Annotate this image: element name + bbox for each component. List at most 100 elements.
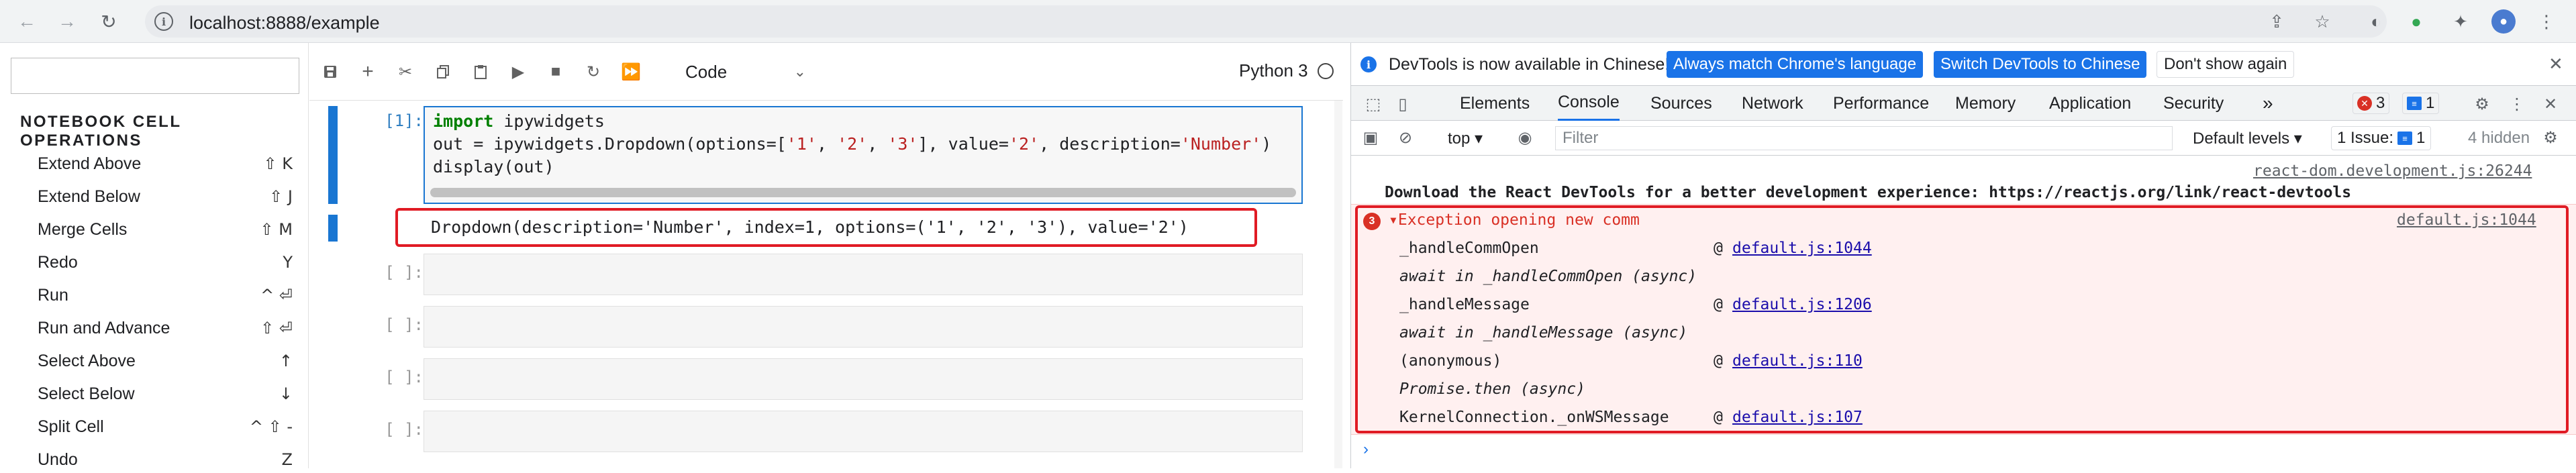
empty-code-cell[interactable]: [424, 254, 1303, 295]
active-cell-indicator: [328, 106, 338, 204]
dont-show-again-button[interactable]: Don't show again: [2157, 51, 2295, 78]
console-filter-input[interactable]: Filter: [1555, 126, 2173, 150]
code-line-2: out = ipywidgets.Dropdown(options=['1', …: [433, 134, 1272, 154]
tab-memory[interactable]: Memory: [1955, 86, 2016, 121]
command-select-below[interactable]: Select Below ↓: [38, 380, 293, 407]
run-all-icon[interactable]: ⏩: [620, 60, 642, 83]
error-count-badge[interactable]: ✕ 3: [2352, 93, 2390, 114]
section-title: NOTEBOOK CELL OPERATIONS: [20, 113, 182, 150]
cell-prompt: [ ]:: [385, 368, 424, 386]
switch-to-chinese-button[interactable]: Switch DevTools to Chinese: [1934, 51, 2147, 78]
command-extend-below[interactable]: Extend Below ⇧ J: [38, 183, 293, 210]
notebook-panel: [1]: import ipywidgets out = ipywidgets.…: [309, 101, 1343, 468]
sidebar-toggle-icon[interactable]: ▣: [1360, 127, 1381, 148]
console-messages: react-dom.development.js:26244 Download …: [1351, 156, 2576, 468]
empty-code-cell[interactable]: [424, 306, 1303, 348]
error-icon: ✕: [2357, 96, 2372, 111]
extension-green-icon[interactable]: ●: [2404, 9, 2428, 34]
console-prompt[interactable]: ›: [1363, 440, 1369, 459]
console-log-message: Download the React DevTools for a better…: [1385, 184, 2352, 201]
notebook-toolbar: + ✂ ▶ ■ ↻ ⏩ Code ⌄ Python 3: [309, 43, 1343, 101]
cell-prompt: [ ]:: [385, 315, 424, 334]
command-extend-above[interactable]: Extend Above ⇧ K: [38, 150, 293, 177]
tab-elements[interactable]: Elements: [1460, 86, 1530, 121]
add-cell-icon[interactable]: +: [356, 60, 379, 83]
tab-sources[interactable]: Sources: [1650, 86, 1712, 121]
copy-icon[interactable]: [432, 60, 454, 83]
cell-type-select[interactable]: Code ⌄: [685, 59, 806, 85]
run-icon[interactable]: ▶: [507, 60, 530, 83]
tab-application[interactable]: Application: [2049, 86, 2131, 121]
issue-icon: ≡: [2397, 132, 2413, 145]
command-search-input[interactable]: [11, 58, 299, 94]
command-select-above[interactable]: Select Above ↑: [38, 348, 293, 374]
code-line-3: display(out): [433, 157, 554, 176]
clear-console-icon[interactable]: ⊘: [1395, 127, 1416, 148]
close-devtools-icon[interactable]: ✕: [2540, 94, 2561, 114]
address-bar[interactable]: i localhost:8888/example: [145, 5, 2387, 38]
back-arrow-icon[interactable]: ←: [15, 9, 39, 34]
extensions-puzzle-icon[interactable]: ✦: [2448, 9, 2473, 34]
command-undo[interactable]: Undo Z: [38, 446, 293, 473]
close-icon[interactable]: ✕: [2548, 54, 2563, 74]
profile-avatar-icon[interactable]: ●: [2491, 9, 2516, 34]
cell-prompt: [ ]:: [385, 420, 424, 439]
url-text[interactable]: localhost:8888/example: [189, 13, 380, 34]
message-icon: ≡: [2407, 97, 2422, 110]
tab-security[interactable]: Security: [2163, 86, 2224, 121]
tab-network[interactable]: Network: [1742, 86, 1803, 121]
chevron-down-icon: ⌄: [793, 63, 806, 80]
paste-icon[interactable]: [469, 60, 492, 83]
highlight-box-output: [395, 208, 1257, 247]
devtools-menu-icon[interactable]: ⋮: [2507, 94, 2527, 114]
command-run[interactable]: Run ^ ⏎: [38, 282, 293, 309]
command-merge-cells[interactable]: Merge Cells ⇧ M: [38, 216, 293, 243]
context-select[interactable]: top ▾: [1448, 129, 1483, 148]
language-infobar: i DevTools is now available in Chinese! …: [1351, 43, 2576, 86]
always-match-language-button[interactable]: Always match Chrome's language: [1667, 51, 1924, 78]
kernel-idle-icon: [1318, 63, 1334, 79]
empty-code-cell[interactable]: [424, 358, 1303, 400]
forward-arrow-icon[interactable]: →: [55, 9, 79, 34]
site-info-icon[interactable]: i: [154, 12, 173, 31]
info-icon: i: [1360, 56, 1377, 72]
reload-icon[interactable]: ↻: [97, 9, 121, 34]
bookmark-star-icon[interactable]: ☆: [2310, 9, 2334, 34]
output-indicator: [328, 215, 338, 242]
cell-prompt: [1]:: [385, 111, 424, 130]
tab-console[interactable]: Console: [1558, 86, 1620, 121]
vertical-scrollbar[interactable]: [1334, 101, 1342, 468]
live-expression-eye-icon[interactable]: ◉: [1515, 127, 1535, 148]
save-icon[interactable]: [319, 60, 342, 83]
command-redo[interactable]: Redo Y: [38, 249, 293, 276]
infobar-message: DevTools is now available in Chinese!: [1389, 55, 1670, 74]
browser-toolbar: ← → ↻ i localhost:8888/example ⇪ ☆ ◐ ● ✦…: [0, 0, 2576, 43]
stop-icon[interactable]: ■: [544, 60, 567, 83]
settings-gear-icon[interactable]: ⚙: [2472, 94, 2492, 114]
kernel-name[interactable]: Python 3: [1239, 60, 1308, 81]
command-run-and-advance[interactable]: Run and Advance ⇧ ⏎: [38, 315, 293, 341]
cut-icon[interactable]: ✂: [394, 60, 417, 83]
empty-code-cell[interactable]: [424, 411, 1303, 452]
console-toolbar: ▣ ⊘ top ▾ ◉ Filter Default levels ▾ 1 Is…: [1351, 121, 2576, 156]
highlight-box-error: [1355, 205, 2569, 433]
extension-icon[interactable]: ◐: [2364, 9, 2388, 34]
more-menu-icon[interactable]: ⋮: [2534, 9, 2559, 34]
devtools-panel: i DevTools is now available in Chinese! …: [1350, 43, 2576, 468]
tab-performance[interactable]: Performance: [1833, 86, 1929, 121]
restart-icon[interactable]: ↻: [582, 60, 605, 83]
device-toolbar-icon[interactable]: ▯: [1393, 94, 1413, 114]
command-split-cell[interactable]: Split Cell ^ ⇧ -: [38, 413, 293, 440]
inspect-element-icon[interactable]: ⬚: [1363, 94, 1383, 114]
share-icon[interactable]: ⇪: [2265, 9, 2289, 34]
issues-button[interactable]: 1 Issue: ≡ 1: [2331, 126, 2432, 150]
horizontal-scrollbar[interactable]: [430, 188, 1296, 197]
source-link[interactable]: react-dom.development.js:26244: [2253, 162, 2532, 180]
hidden-messages-count: 4 hidden: [2468, 129, 2530, 147]
log-levels-select[interactable]: Default levels ▾: [2193, 129, 2302, 148]
console-settings-gear-icon[interactable]: ⚙: [2540, 127, 2561, 148]
more-tabs-button[interactable]: »: [2263, 86, 2273, 121]
code-line-1: import ipywidgets: [433, 111, 605, 131]
code-cell-editor[interactable]: import ipywidgets out = ipywidgets.Dropd…: [424, 106, 1303, 204]
message-count-badge[interactable]: ≡ 1: [2402, 93, 2440, 114]
